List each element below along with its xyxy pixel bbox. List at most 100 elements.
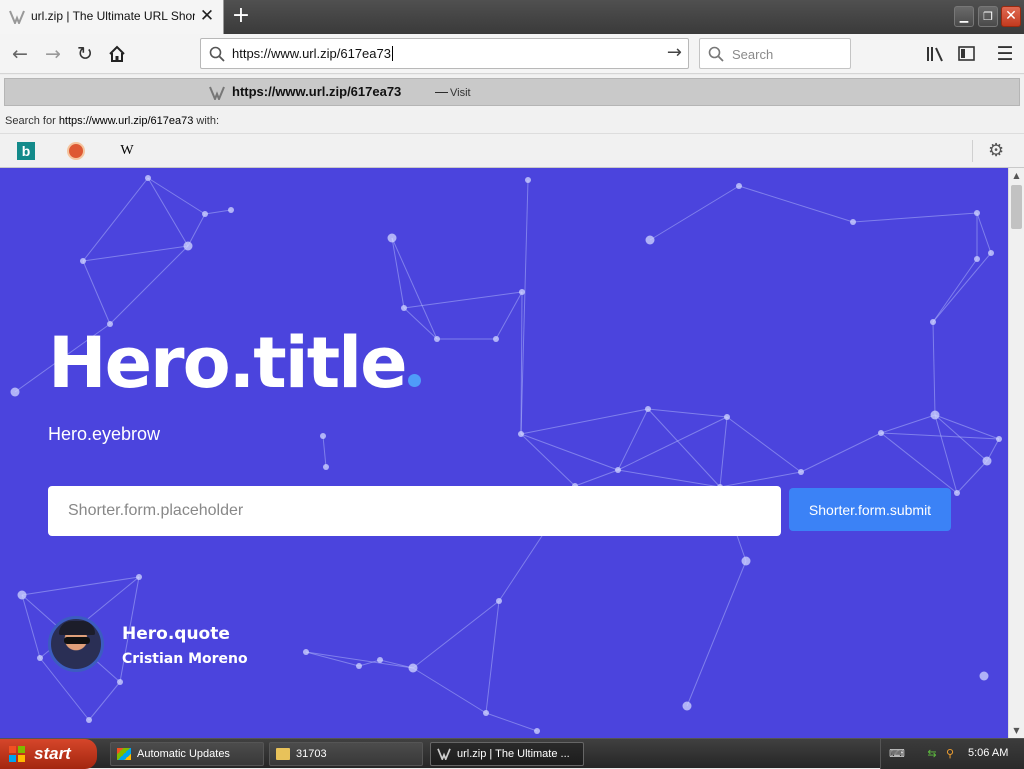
text-caret — [391, 46, 393, 61]
title-dot — [407, 374, 421, 387]
reload-icon[interactable]: ↻ — [72, 41, 98, 67]
network-node — [80, 258, 86, 264]
network-icon[interactable]: ⇆ — [925, 747, 939, 761]
network-node — [518, 431, 524, 437]
duckduckgo-icon[interactable] — [67, 142, 85, 160]
network-node — [534, 728, 540, 734]
network-line — [88, 681, 121, 721]
address-bar[interactable]: https://www.url.zip/617ea73 → — [200, 38, 689, 69]
network-node — [996, 436, 1002, 442]
network-node — [86, 717, 92, 723]
network-line — [485, 600, 500, 714]
network-line — [147, 177, 206, 215]
network-node — [401, 305, 407, 311]
search-tray-icon[interactable]: ⚲ — [943, 747, 957, 761]
suggestion-row[interactable]: https://www.url.zip/617ea73 — Visit — [4, 78, 1020, 106]
network-node — [645, 235, 655, 245]
network-line — [934, 414, 1000, 440]
network-node — [483, 710, 489, 716]
network-line — [932, 252, 992, 323]
network-line — [82, 245, 189, 262]
tab-title: url.zip | The Ultimate URL Shorten... — [31, 9, 195, 23]
network-line — [147, 177, 189, 247]
divider — [972, 140, 973, 162]
home-icon[interactable] — [104, 41, 130, 67]
search-box-placeholder: Search — [732, 47, 774, 62]
browser-tab[interactable]: url.zip | The Ultimate URL Shorten... ✕ — [0, 0, 224, 34]
restore-window-icon[interactable]: ❐ — [978, 6, 998, 27]
network-node — [434, 336, 440, 342]
network-node — [145, 175, 151, 181]
search-icon — [209, 46, 225, 62]
vertical-scrollbar[interactable]: ▲ ▼ — [1008, 168, 1024, 738]
search-box[interactable]: Search — [699, 38, 851, 69]
network-line — [391, 237, 405, 309]
network-line — [852, 212, 978, 223]
network-node — [202, 211, 208, 217]
network-line — [617, 408, 649, 471]
forward-arrow-icon[interactable]: → — [40, 41, 66, 67]
network-node — [323, 464, 329, 470]
search-icon — [708, 46, 724, 62]
keyboard-icon[interactable]: ⌨ — [889, 747, 905, 761]
wikipedia-icon[interactable]: W — [118, 142, 136, 160]
network-node — [736, 183, 742, 189]
go-arrow-icon[interactable]: → — [667, 42, 682, 63]
scroll-up-icon[interactable]: ▲ — [1009, 168, 1024, 183]
close-window-icon[interactable]: ✕ — [1001, 6, 1021, 27]
network-line — [520, 433, 576, 487]
new-tab-icon[interactable]: + — [229, 5, 253, 29]
network-node — [496, 598, 502, 604]
network-node — [741, 556, 751, 566]
url-zip-icon — [437, 748, 451, 760]
scroll-down-icon[interactable]: ▼ — [1009, 723, 1024, 738]
library-icon[interactable] — [922, 41, 948, 67]
search-engine-row: b W ⚙ — [0, 133, 1024, 167]
network-node — [377, 657, 383, 663]
network-line — [109, 245, 189, 325]
network-node — [387, 233, 397, 243]
start-button[interactable]: start — [0, 739, 97, 769]
windows-logo-icon — [9, 746, 26, 763]
network-line — [649, 185, 740, 241]
shorten-url-input[interactable] — [48, 486, 781, 536]
network-node — [37, 655, 43, 661]
window-titlebar: url.zip | The Ultimate URL Shorten... ✕ … — [0, 0, 1024, 34]
minimize-window-icon[interactable]: ▁ — [954, 6, 974, 27]
sidebar-icon[interactable] — [953, 41, 979, 67]
bing-icon[interactable]: b — [17, 142, 35, 160]
clock: 5:06 AM — [968, 747, 1009, 759]
scroll-thumb[interactable] — [1011, 185, 1022, 229]
network-node — [183, 241, 193, 251]
network-line — [738, 185, 854, 223]
network-line — [932, 321, 936, 416]
network-line — [726, 416, 802, 473]
network-line — [617, 416, 728, 471]
back-arrow-icon[interactable]: ← — [7, 41, 33, 67]
gear-icon[interactable]: ⚙ — [988, 140, 1004, 161]
network-line — [485, 712, 538, 732]
network-node — [117, 679, 123, 685]
hero-title: Hero.title — [48, 322, 421, 404]
network-line — [21, 576, 140, 596]
network-line — [719, 416, 728, 488]
network-line — [520, 408, 649, 435]
network-line — [956, 460, 988, 494]
taskbar-item-folder[interactable]: 31703 — [269, 742, 423, 766]
network-node — [930, 410, 940, 420]
system-tray: ⌨ ⇆ ⚲ 5:06 AM — [880, 739, 1024, 769]
network-line — [617, 469, 721, 488]
network-node — [615, 467, 621, 473]
address-bar-text: https://www.url.zip/617ea73 — [232, 46, 393, 61]
network-node — [10, 387, 20, 397]
network-node — [930, 319, 936, 325]
network-line — [21, 594, 41, 659]
taskbar-item-automatic-updates[interactable]: Automatic Updates — [110, 742, 264, 766]
close-tab-icon[interactable]: ✕ — [198, 7, 216, 25]
avatar — [48, 616, 104, 672]
hamburger-menu-icon[interactable]: ☰ — [992, 41, 1018, 67]
network-line — [574, 469, 619, 487]
network-line — [686, 560, 747, 707]
taskbar-item-browser[interactable]: url.zip | The Ultimate ... — [430, 742, 584, 766]
shorten-submit-button[interactable]: Shorter.form.submit — [789, 488, 951, 531]
